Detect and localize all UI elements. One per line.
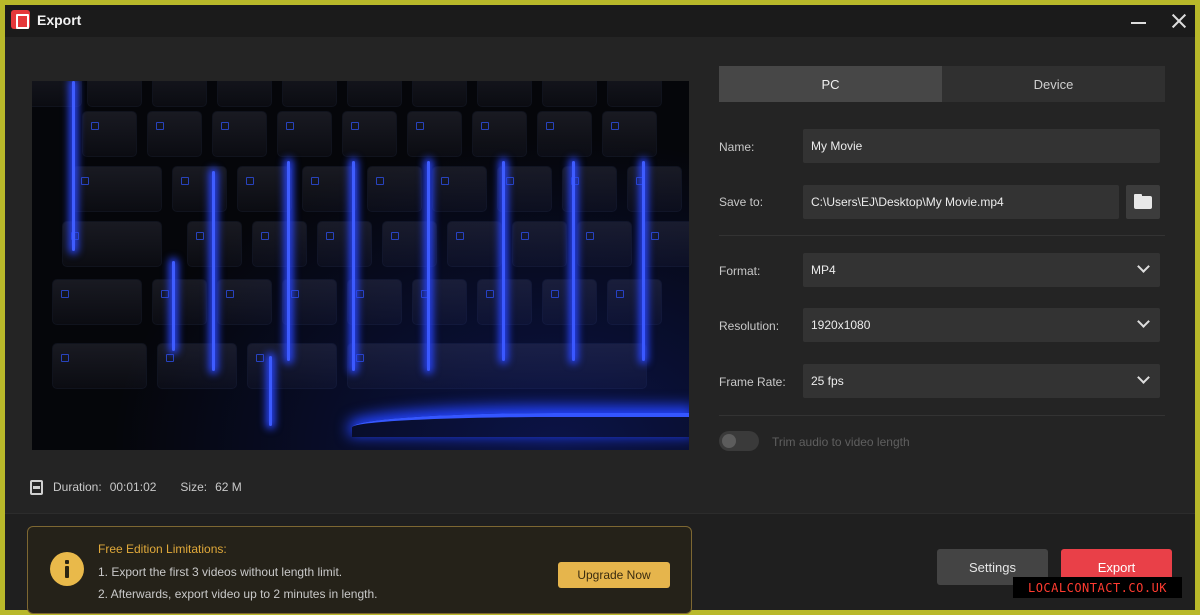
name-label: Name:: [719, 140, 755, 154]
format-select[interactable]: MP4: [803, 253, 1160, 287]
format-value: MP4: [811, 263, 836, 277]
name-value: My Movie: [811, 139, 863, 153]
chevron-down-icon: [1137, 371, 1150, 384]
divider: [719, 415, 1165, 416]
free-edition-notice: Free Edition Limitations: 1. Export the …: [27, 526, 692, 614]
close-button[interactable]: [1165, 7, 1193, 35]
notice-line-2: 2. Afterwards, export video up to 2 minu…: [98, 587, 378, 601]
save-path-field[interactable]: C:\Users\EJ\Desktop\My Movie.mp4: [803, 185, 1119, 219]
video-preview: [32, 81, 689, 450]
save-path-value: C:\Users\EJ\Desktop\My Movie.mp4: [811, 195, 1004, 209]
notice-line-1: 1. Export the first 3 videos without len…: [98, 565, 343, 579]
upgrade-now-button[interactable]: Upgrade Now: [558, 562, 670, 588]
size-label: Size:: [180, 480, 208, 494]
save-to-label: Save to:: [719, 195, 764, 209]
name-field[interactable]: My Movie: [803, 129, 1160, 163]
size-value: 62 M: [215, 480, 242, 494]
chevron-down-icon: [1137, 315, 1150, 328]
trim-audio-label: Trim audio to video length: [772, 435, 910, 449]
frame-rate-value: 25 fps: [811, 374, 844, 388]
frame-rate-label: Frame Rate:: [719, 375, 786, 389]
format-label: Format:: [719, 264, 761, 278]
tab-device[interactable]: Device: [942, 66, 1165, 102]
chevron-down-icon: [1137, 260, 1150, 273]
trim-audio-toggle[interactable]: [719, 431, 759, 451]
tab-pc[interactable]: PC: [719, 66, 942, 102]
film-icon: [30, 479, 43, 495]
resolution-label: Resolution:: [719, 319, 780, 333]
export-window: Export Duration: 00:01:02 Size: 62 M PC …: [5, 5, 1195, 614]
watermark: LOCALCONTACT.CO.UK: [1013, 577, 1182, 598]
info-icon: [50, 552, 84, 586]
video-info-bar: Duration: 00:01:02 Size: 62 M: [30, 477, 266, 497]
resolution-select[interactable]: 1920x1080: [803, 308, 1160, 342]
frame-rate-select[interactable]: 25 fps: [803, 364, 1160, 398]
title-bar: Export: [5, 5, 1195, 37]
window-title: Export: [37, 12, 82, 28]
divider: [719, 235, 1165, 236]
browse-folder-button[interactable]: [1126, 185, 1160, 219]
notice-title: Free Edition Limitations:: [98, 542, 227, 556]
app-logo-icon: [11, 10, 30, 29]
minimize-button[interactable]: [1125, 7, 1153, 35]
resolution-value: 1920x1080: [811, 318, 871, 332]
duration-value: 00:01:02: [109, 480, 157, 494]
target-tabs: PC Device: [719, 66, 1165, 102]
duration-label: Duration:: [53, 480, 102, 494]
